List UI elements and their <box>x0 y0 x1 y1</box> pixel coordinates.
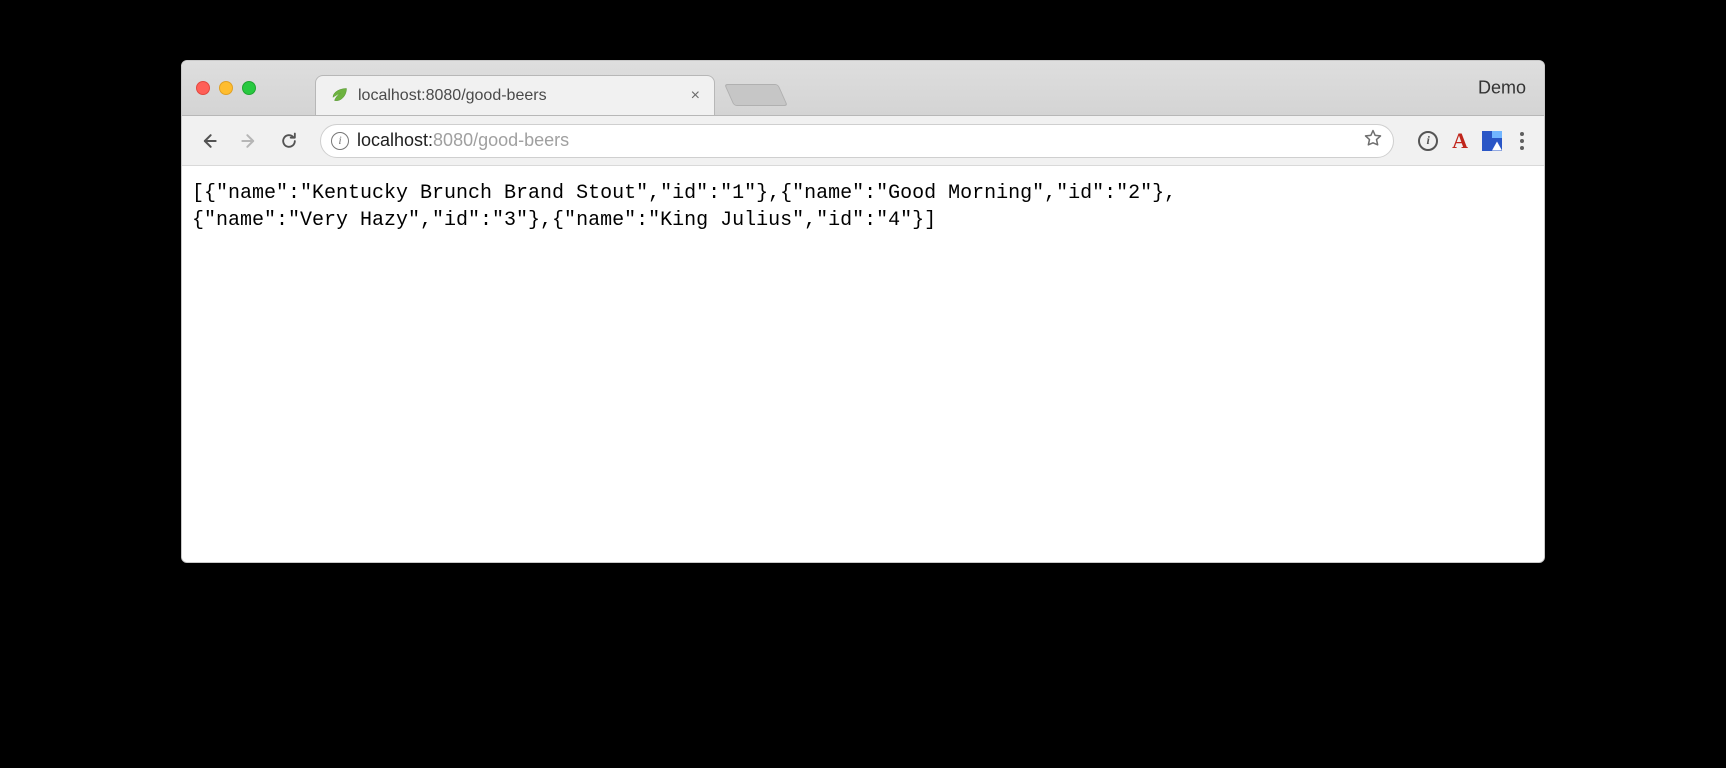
window-zoom-button[interactable] <box>242 81 256 95</box>
demo-label: Demo <box>1478 78 1526 99</box>
close-tab-button[interactable]: × <box>691 88 700 104</box>
extension-a-icon[interactable]: A <box>1452 128 1468 154</box>
spring-leaf-icon <box>330 87 348 105</box>
forward-button[interactable] <box>232 124 266 158</box>
page-viewport: [{"name":"Kentucky Brunch Brand Stout","… <box>182 166 1544 562</box>
toolbar-right: i A <box>1408 128 1534 154</box>
arrow-left-icon <box>199 131 219 151</box>
response-body: [{"name":"Kentucky Brunch Brand Stout","… <box>192 180 1534 234</box>
address-bar[interactable]: i localhost:8080/good-beers <box>320 124 1394 158</box>
arrow-right-icon <box>239 131 259 151</box>
browser-menu-button[interactable] <box>1516 132 1528 150</box>
browser-window: localhost:8080/good-beers × Demo i local… <box>181 60 1545 563</box>
url-path: 8080/good-beers <box>433 130 569 150</box>
extension-info-icon[interactable]: i <box>1418 131 1438 151</box>
new-tab-button[interactable] <box>724 84 788 106</box>
window-controls <box>196 81 256 95</box>
window-minimize-button[interactable] <box>219 81 233 95</box>
browser-tab[interactable]: localhost:8080/good-beers × <box>315 75 715 115</box>
back-button[interactable] <box>192 124 226 158</box>
window-close-button[interactable] <box>196 81 210 95</box>
url-host: localhost: <box>357 130 433 150</box>
reload-button[interactable] <box>272 124 306 158</box>
toolbar: i localhost:8080/good-beers i A <box>182 116 1544 166</box>
url-text: localhost:8080/good-beers <box>357 130 569 151</box>
bookmark-star-icon[interactable] <box>1363 128 1383 153</box>
extension-lighthouse-icon[interactable] <box>1482 131 1502 151</box>
reload-icon <box>279 131 299 151</box>
tab-title: localhost:8080/good-beers <box>358 87 547 105</box>
site-info-icon[interactable]: i <box>331 132 349 150</box>
tab-strip: localhost:8080/good-beers × Demo <box>182 61 1544 116</box>
